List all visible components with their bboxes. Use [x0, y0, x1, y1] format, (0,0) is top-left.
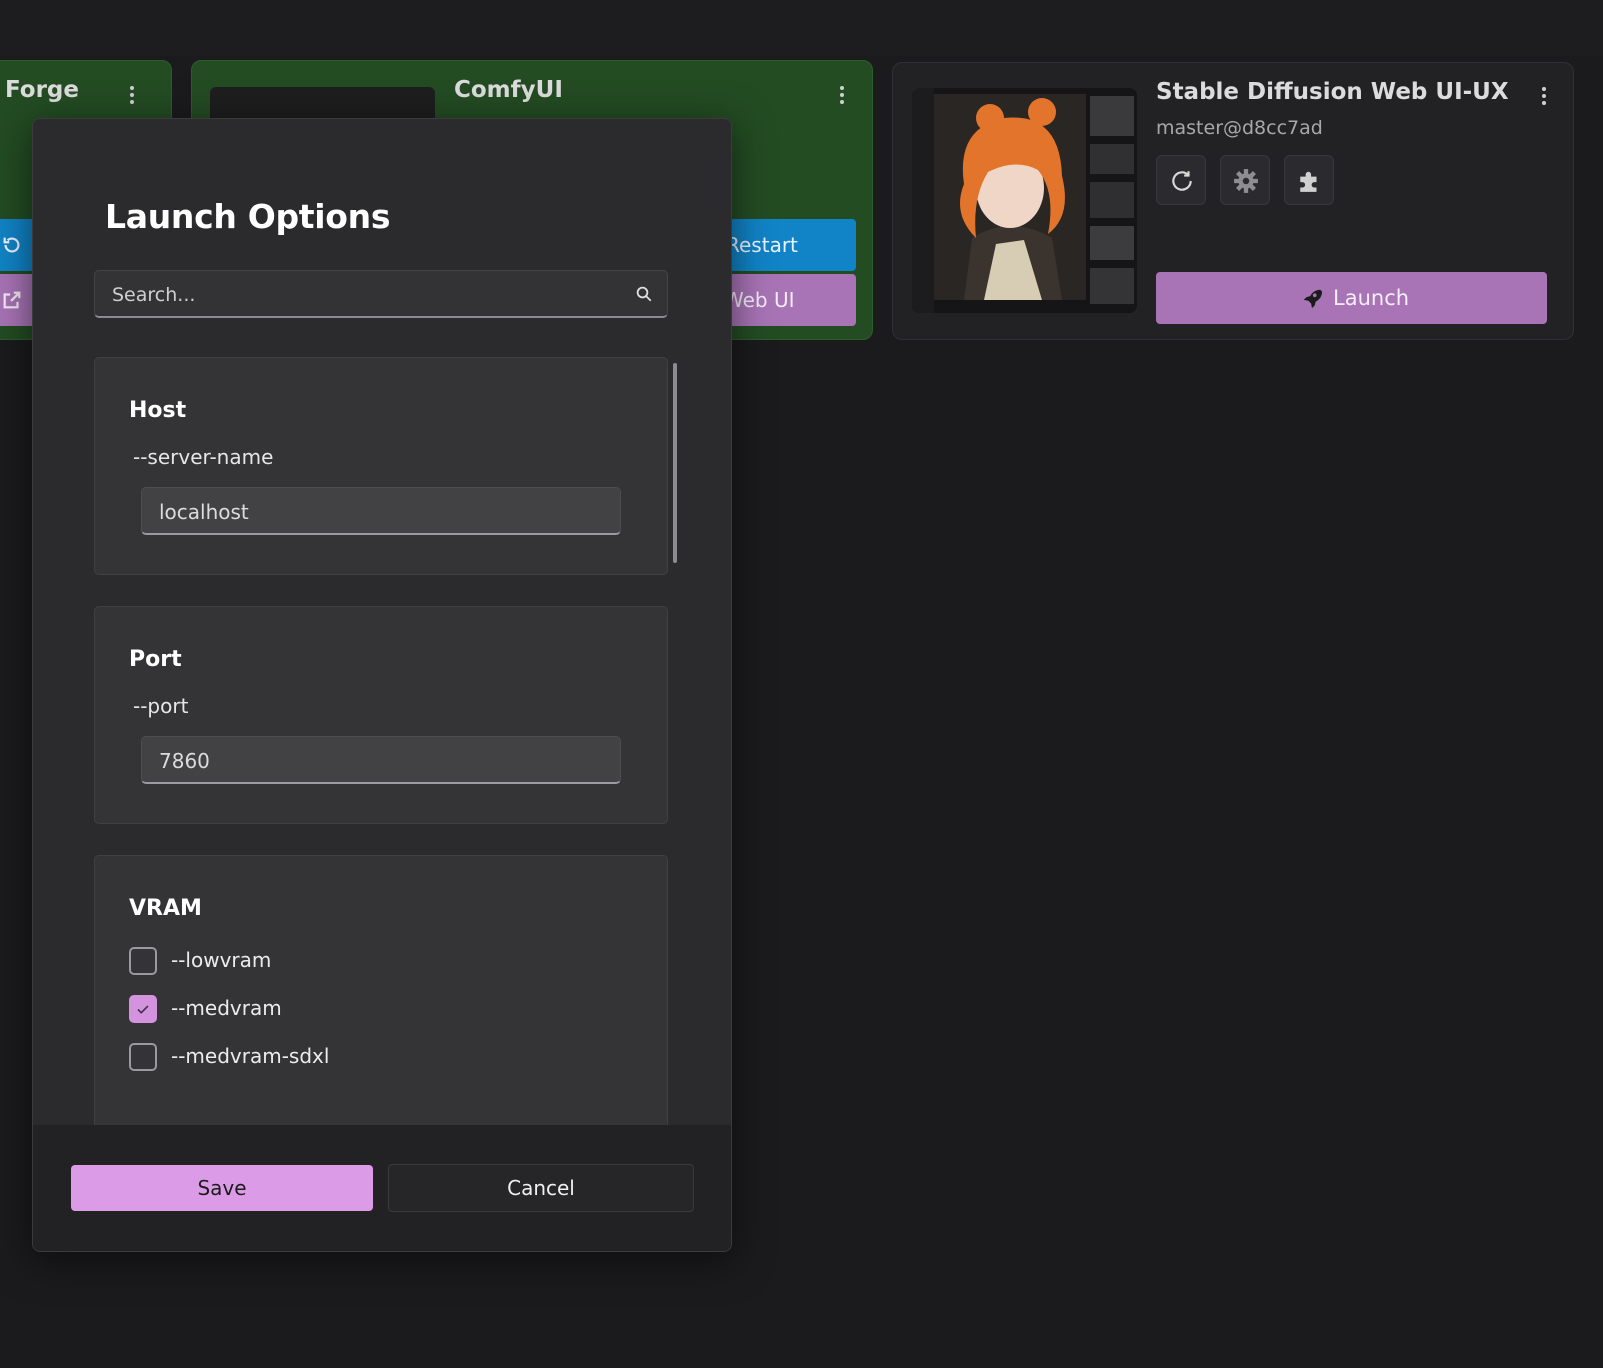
external-link-icon	[3, 291, 21, 309]
puzzle-icon	[1300, 171, 1317, 192]
options-scrollbar[interactable]	[673, 363, 677, 563]
sdux-refresh-button[interactable]	[1156, 155, 1206, 205]
comfyui-restart-label: Restart	[726, 233, 798, 257]
comfyui-more-icon[interactable]	[839, 86, 845, 107]
port-section: Port --port	[94, 606, 668, 824]
dialog-title: Launch Options	[105, 197, 391, 236]
sdux-preview-image	[912, 88, 1137, 313]
sdux-more-icon[interactable]	[1541, 87, 1547, 108]
host-title: Host	[129, 398, 187, 423]
check-icon	[137, 1005, 149, 1014]
sdux-version: master@d8cc7ad	[1156, 117, 1323, 139]
forge-card-title: Forge	[5, 77, 79, 103]
search-icon[interactable]	[635, 285, 653, 303]
sdux-launch-label: Launch	[1333, 286, 1410, 310]
cancel-button[interactable]: Cancel	[388, 1164, 694, 1212]
restart-icon	[3, 237, 20, 253]
launch-options-dialog: Launch Options Host --server-name Port -…	[32, 118, 732, 1252]
save-button[interactable]: Save	[71, 1165, 373, 1211]
lowvram-label: --lowvram	[171, 948, 272, 972]
port-label: --port	[133, 694, 189, 718]
sdux-thumbnail	[912, 88, 1137, 313]
sdux-card-title: Stable Diffusion Web UI-UX	[1156, 79, 1509, 105]
port-title: Port	[129, 647, 182, 672]
vram-title: VRAM	[129, 896, 202, 921]
sdux-launch-button[interactable]: Launch	[1156, 272, 1547, 324]
sdux-settings-button[interactable]	[1220, 155, 1270, 205]
comfyui-webui-label: Web UI	[724, 288, 795, 312]
server-name-field	[141, 487, 621, 536]
rocket-icon	[1303, 289, 1323, 309]
sdux-card: Stable Diffusion Web UI-UX master@d8cc7a…	[892, 62, 1574, 340]
medvram-sdxl-checkbox[interactable]	[129, 1043, 157, 1071]
medvram-label: --medvram	[171, 996, 282, 1020]
search-box	[94, 270, 668, 319]
gear-icon	[1234, 169, 1258, 193]
server-name-label: --server-name	[133, 445, 274, 469]
search-input[interactable]	[110, 271, 624, 319]
port-field	[141, 736, 621, 785]
comfyui-card-title: ComfyUI	[454, 77, 563, 103]
lowvram-checkbox[interactable]	[129, 947, 157, 975]
options-scroll-area[interactable]: Host --server-name Port --port VRAM --lo…	[94, 357, 684, 1195]
server-name-input[interactable]	[157, 488, 611, 536]
dialog-footer: Save Cancel	[33, 1125, 731, 1251]
host-section: Host --server-name	[94, 357, 668, 575]
forge-more-icon[interactable]	[129, 86, 135, 107]
sdux-extensions-button[interactable]	[1284, 155, 1334, 205]
port-input[interactable]	[157, 737, 611, 785]
top-bar	[0, 0, 1603, 56]
medvram-checkbox[interactable]	[129, 995, 157, 1023]
refresh-icon	[1172, 171, 1192, 191]
medvram-sdxl-label: --medvram-sdxl	[171, 1044, 330, 1068]
